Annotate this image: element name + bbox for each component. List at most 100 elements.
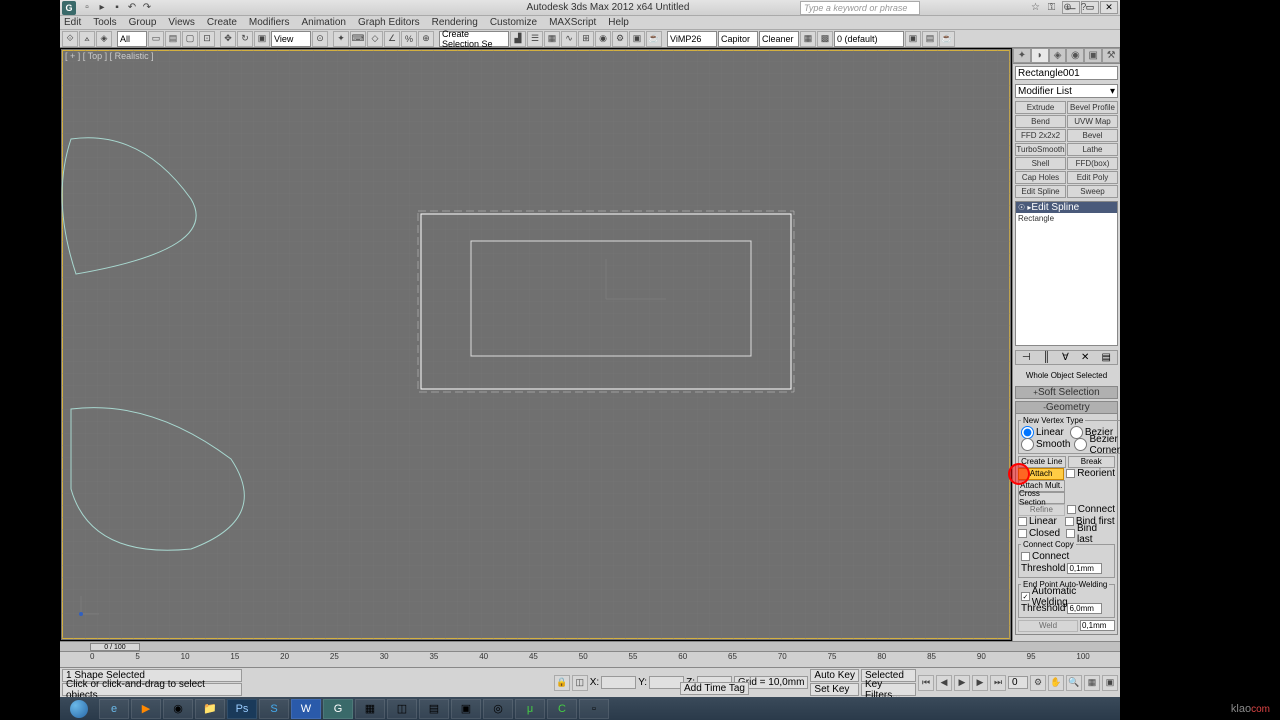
remove-icon[interactable]: ✕: [1081, 352, 1089, 363]
menu-animation[interactable]: Animation: [301, 17, 345, 28]
app2-icon[interactable]: ◫: [387, 699, 417, 719]
named-selection[interactable]: Create Selection Se: [439, 31, 509, 47]
bevelprofile-button[interactable]: Bevel Profile: [1067, 101, 1118, 114]
capholes-button[interactable]: Cap Holes: [1015, 171, 1066, 184]
break-button[interactable]: Break: [1068, 456, 1116, 468]
uvwmap-button[interactable]: UVW Map: [1067, 115, 1118, 128]
app7-icon[interactable]: ▫: [579, 699, 609, 719]
menu-customize[interactable]: Customize: [490, 17, 537, 28]
render-preset[interactable]: 0 (default): [834, 31, 904, 47]
vray-btn[interactable]: ▦: [800, 31, 816, 47]
stack-rectangle[interactable]: Rectangle: [1016, 213, 1117, 224]
timeconfig-icon[interactable]: ⚙: [1030, 675, 1046, 691]
addtag-button[interactable]: Add Time Tag: [680, 682, 749, 695]
app4-icon[interactable]: ▣: [451, 699, 481, 719]
attach-button[interactable]: Attach: [1018, 468, 1064, 480]
link-icon[interactable]: ⟐: [62, 31, 78, 47]
y-field[interactable]: [649, 676, 684, 689]
autoweld-check[interactable]: ✓: [1021, 592, 1030, 601]
app6-icon[interactable]: C: [547, 699, 577, 719]
select-region-icon[interactable]: ▢: [182, 31, 198, 47]
unique-icon[interactable]: ∀: [1062, 352, 1069, 363]
ie-icon[interactable]: e: [99, 699, 129, 719]
x-field[interactable]: [601, 676, 636, 689]
angle-snap-icon[interactable]: ∠: [384, 31, 400, 47]
star-icon[interactable]: ☆: [1029, 1, 1042, 14]
viewport[interactable]: [ + ] [ Top ] [ Realistic ]: [60, 48, 1012, 641]
undo-icon[interactable]: ↶: [125, 1, 139, 15]
slider-handle[interactable]: 0 / 100: [90, 643, 140, 651]
render-setup-icon[interactable]: ⚙: [612, 31, 628, 47]
threshold2-field[interactable]: 6,0mm: [1067, 603, 1102, 614]
app5-icon[interactable]: ◎: [483, 699, 513, 719]
menu-create[interactable]: Create: [207, 17, 237, 28]
help-icon[interactable]: ?: [1077, 1, 1090, 14]
ffd222-button[interactable]: FFD 2x2x2: [1015, 129, 1066, 142]
ref-coord[interactable]: View: [271, 31, 311, 47]
closed-check[interactable]: [1018, 529, 1027, 538]
frame-field[interactable]: 0: [1008, 676, 1028, 689]
bindfirst-check[interactable]: [1065, 517, 1074, 526]
menu-tools[interactable]: Tools: [93, 17, 116, 28]
connect2-check[interactable]: [1021, 552, 1030, 561]
bcorner-radio[interactable]: [1074, 438, 1087, 451]
menu-group[interactable]: Group: [129, 17, 157, 28]
threshold-field[interactable]: 0,1mm: [1067, 563, 1102, 574]
bend-button[interactable]: Bend: [1015, 115, 1066, 128]
percent-snap-icon[interactable]: %: [401, 31, 417, 47]
pan-icon[interactable]: ✋: [1048, 675, 1064, 691]
word-icon[interactable]: W: [291, 699, 321, 719]
unlink-icon[interactable]: ⟑: [79, 31, 95, 47]
modifier-list[interactable]: Modifier List▾: [1015, 84, 1118, 98]
menu-edit[interactable]: Edit: [64, 17, 81, 28]
render-iter-icon[interactable]: ▤: [922, 31, 938, 47]
prev-frame-icon[interactable]: ◀: [936, 675, 952, 691]
modify-tab-icon[interactable]: ◗: [1031, 48, 1049, 63]
lock-icon[interactable]: 🔒: [554, 675, 570, 691]
motion-tab-icon[interactable]: ◉: [1066, 48, 1084, 63]
rotate-icon[interactable]: ↻: [237, 31, 253, 47]
createline-button[interactable]: Create Line: [1018, 456, 1066, 468]
mirror-icon[interactable]: ▟: [510, 31, 526, 47]
render-last-icon[interactable]: ☕: [939, 31, 955, 47]
schematic-icon[interactable]: ⊞: [578, 31, 594, 47]
bindlast-check[interactable]: [1066, 529, 1075, 538]
display-tab-icon[interactable]: ▣: [1084, 48, 1102, 63]
editpoly-button[interactable]: Edit Poly: [1067, 171, 1118, 184]
crosssection-button[interactable]: Cross Section: [1018, 492, 1065, 504]
menu-views[interactable]: Views: [168, 17, 195, 28]
refine-button[interactable]: Refine: [1018, 504, 1065, 516]
ffdbox-button[interactable]: FFD(box): [1067, 157, 1118, 170]
utilities-tab-icon[interactable]: ⚒: [1102, 48, 1120, 63]
globe-icon[interactable]: ⊕: [1061, 1, 1074, 14]
menu-maxscript[interactable]: MAXScript: [549, 17, 596, 28]
close-button[interactable]: ✕: [1100, 1, 1118, 14]
utorrent-icon[interactable]: μ: [515, 699, 545, 719]
manipulate-icon[interactable]: ✦: [333, 31, 349, 47]
zoom-icon[interactable]: 🔍: [1066, 675, 1082, 691]
render-icon[interactable]: ☕: [646, 31, 662, 47]
render-frame-icon[interactable]: ▣: [629, 31, 645, 47]
snap-icon[interactable]: ◇: [367, 31, 383, 47]
goto-end-icon[interactable]: ⏭: [990, 675, 1006, 691]
app1-icon[interactable]: ▦: [355, 699, 385, 719]
redo-icon[interactable]: ↷: [140, 1, 154, 15]
material-icon[interactable]: ◉: [595, 31, 611, 47]
editspline-button[interactable]: Edit Spline: [1015, 185, 1066, 198]
connect-check[interactable]: [1067, 505, 1076, 514]
setkey-button[interactable]: Set Key: [810, 683, 859, 696]
select-name-icon[interactable]: ▤: [165, 31, 181, 47]
weld-button[interactable]: Weld: [1018, 620, 1078, 632]
play-icon[interactable]: ▶: [954, 675, 970, 691]
menu-grapheditors[interactable]: Graph Editors: [358, 17, 420, 28]
goto-start-icon[interactable]: ⏮: [918, 675, 934, 691]
search-input[interactable]: Type a keyword or phrase: [800, 1, 920, 15]
selection-filter[interactable]: All: [117, 31, 147, 47]
time-slider[interactable]: 0 / 100: [60, 641, 1120, 651]
stack-editspline[interactable]: ☉ ▸ Edit Spline: [1016, 202, 1117, 213]
curve-editor-icon[interactable]: ∿: [561, 31, 577, 47]
start-button[interactable]: [60, 697, 98, 720]
viewport-label[interactable]: [ + ] [ Top ] [ Realistic ]: [65, 51, 154, 61]
config-icon[interactable]: ▤: [1101, 352, 1110, 363]
move-icon[interactable]: ✥: [220, 31, 236, 47]
